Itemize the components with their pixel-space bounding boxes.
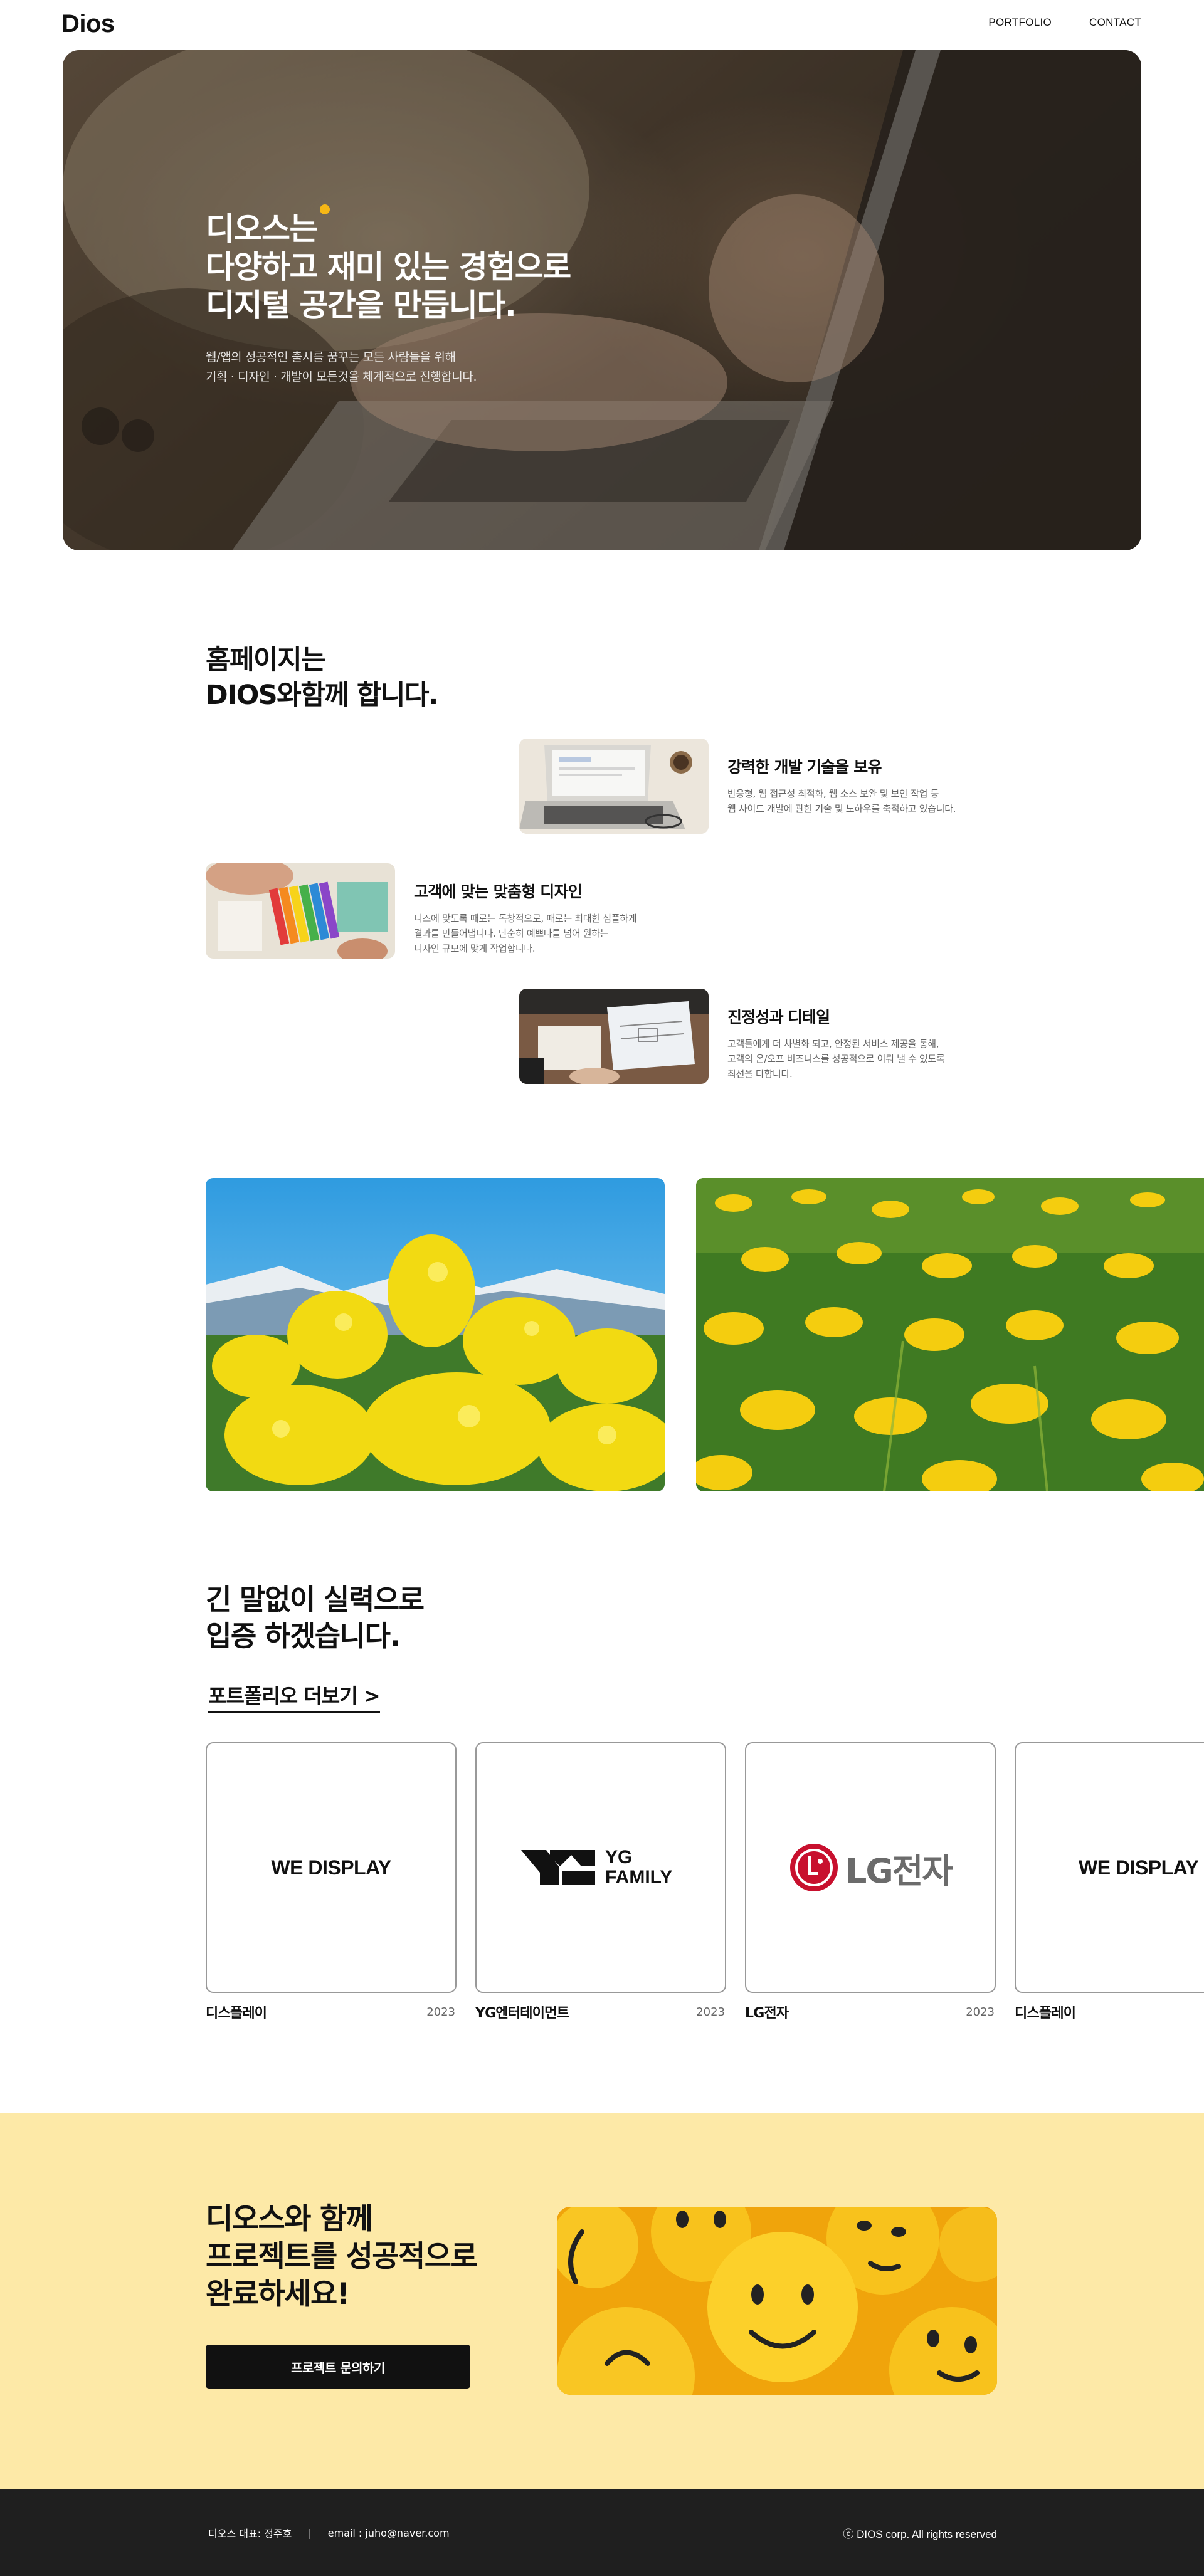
feature-description-line: 최선을 다합니다. — [727, 1068, 793, 1080]
hero-subtitle-line: 기획 · 디자인 · 개발이 모든것을 체계적으로 진행합니다. — [206, 370, 477, 384]
feature-development: 강력한 개발 기술을 보유 반응형, 웹 접근성 최적화, 웹 소스 보완 및 … — [519, 739, 991, 834]
feature-text: 강력한 개발 기술을 보유 반응형, 웹 접근성 최적화, 웹 소스 보완 및 … — [727, 739, 991, 816]
portfolio-card-name: YG엔터테이먼트 — [475, 2006, 569, 2021]
feature-color-swatch-image — [206, 863, 395, 959]
feature-text: 진정성과 디테일 고객들에게 더 차별화 되고, 안정된 서비스 제공을 통해,… — [727, 989, 991, 1081]
footer-info: 디오스 대표: 정주호 | email : juho@naver.com — [208, 2525, 450, 2540]
hero-title-line: 디오스는 — [206, 211, 318, 247]
portfolio-card-logo-box[interactable]: WE DISPLAY — [206, 1742, 457, 1993]
hero-title-line: 디지털 공간을 만듭니다. — [206, 287, 517, 323]
yg-mark-icon — [521, 1850, 595, 1885]
gallery-image-dandelion — [696, 1178, 1204, 1491]
hero-title: 디오스는 다양하고 재미 있는 경험으로 디지털 공간을 만듭니다. — [206, 210, 571, 325]
cta-section: 디오스와 함께 프로젝트를 성공적으로 완료하세요! 프로젝트 문의하기 — [0, 2113, 1204, 2489]
feature-title: 고객에 맞는 맞춤형 디자인 — [414, 883, 583, 901]
cta-title-line: 완료하세요! — [206, 2277, 350, 2311]
portfolio-card-logo-box[interactable]: LG전자 — [745, 1742, 996, 1993]
portfolio-card-meta: LG전자 2023 — [745, 2002, 996, 2022]
logo-text: LG전자 — [845, 1851, 953, 1891]
hero-subtitle-line: 웹/앱의 성공적인 출시를 꿈꾸는 모든 사람들을 위해 — [206, 350, 456, 364]
gallery-image-rapeseed — [206, 1178, 665, 1491]
feature-laptop-image — [519, 739, 709, 834]
footer-ceo: 디오스 대표: 정주호 — [208, 2528, 292, 2540]
footer-copyright: ⓒ DIOS corp. All rights reserved — [843, 2528, 997, 2540]
feature-description-line: 디자인 규모에 맞게 작업합니다. — [414, 943, 536, 954]
feature-detail: 진정성과 디테일 고객들에게 더 차별화 되고, 안정된 서비스 제공을 통해,… — [519, 989, 991, 1084]
portfolio-title-line: 입증 하겠습니다. — [206, 1619, 401, 1653]
portfolio-card-year: 2023 — [696, 2005, 725, 2019]
we-display-logo: WE DISPLAY — [1079, 1856, 1199, 1879]
portfolio-card-logo-box[interactable]: WE DISPLAY — [1015, 1742, 1204, 1993]
cta-smiley-image — [557, 2207, 997, 2395]
portfolio-card[interactable]: WE DISPLAY 디스플레이 — [1015, 1742, 1204, 2022]
portfolio-card-name: LG전자 — [745, 2006, 789, 2021]
feature-design: 고객에 맞는 맞춤형 디자인 니즈에 맞도록 때로는 독창적으로, 때로는 최대… — [206, 863, 677, 959]
lg-logo: LG전자 — [789, 1843, 953, 1893]
page: Dios PORTFOLIO CONTACT 디오스는 다양하고 재미 있는 경… — [0, 0, 1204, 2576]
portfolio-card-name: 디스플레이 — [1015, 2006, 1076, 2021]
portfolio-card[interactable]: WE DISPLAY 디스플레이 2023 — [206, 1742, 457, 2022]
lg-face-icon — [789, 1844, 838, 1891]
portfolio-title-line: 긴 말없이 실력으로 — [206, 1583, 425, 1616]
footer-separator: | — [308, 2526, 312, 2539]
portfolio-card-name: 디스플레이 — [206, 2006, 267, 2021]
feature-description-line: 결과를 만들어냅니다. 단순히 예쁘다를 넘어 원하는 — [414, 928, 609, 939]
footer-email[interactable]: email : juho@naver.com — [328, 2527, 450, 2539]
cta-title: 디오스와 함께 프로젝트를 성공적으로 완료하세요! — [206, 2200, 478, 2313]
portfolio-card-meta: 디스플레이 2023 — [206, 2002, 457, 2022]
yg-family-logo: YG FAMILY — [521, 1848, 680, 1888]
cta-title-line: 디오스와 함께 — [206, 2202, 373, 2236]
logo-text: WE DISPLAY — [1079, 1856, 1199, 1879]
hero-banner: 디오스는 다양하고 재미 있는 경험으로 디지털 공간을 만듭니다. 웹/앱의 … — [63, 50, 1141, 550]
feature-description-line: 웹 사이트 개발에 관한 기술 및 노하우를 축적하고 있습니다. — [727, 803, 956, 814]
portfolio-card-meta: 디스플레이 — [1015, 2002, 1204, 2022]
site-footer: 디오스 대표: 정주호 | email : juho@naver.com ⓒ D… — [0, 2489, 1204, 2576]
feature-description: 반응형, 웹 접근성 최적화, 웹 소스 보완 및 보안 작업 등 웹 사이트 … — [727, 786, 991, 816]
portfolio-card-year: 2023 — [426, 2005, 455, 2019]
portfolio-card-meta: YG엔터테이먼트 2023 — [475, 2002, 726, 2022]
hero-title-line: 다양하고 재미 있는 경험으로 — [206, 249, 571, 285]
hero-subtitle: 웹/앱의 성공적인 출시를 꿈꾸는 모든 사람들을 위해 기획 · 디자인 · … — [206, 348, 477, 387]
project-inquiry-button[interactable]: 프로젝트 문의하기 — [206, 2345, 470, 2389]
portfolio-card[interactable]: LG전자 LG전자 2023 — [745, 1742, 996, 2022]
portfolio-card-year: 2023 — [966, 2005, 995, 2019]
feature-text: 고객에 맞는 맞춤형 디자인 니즈에 맞도록 때로는 독창적으로, 때로는 최대… — [414, 863, 677, 956]
feature-description-line: 고객의 온/오프 비즈니스를 성공적으로 이뤄 낼 수 있도록 — [727, 1053, 945, 1065]
nav-contact-link[interactable]: CONTACT — [1089, 16, 1141, 29]
about-title-line: 홈페이지는 — [206, 644, 326, 676]
feature-description: 니즈에 맞도록 때로는 독창적으로, 때로는 최대한 심플하게 결과를 만들어냅… — [414, 911, 677, 956]
nav-portfolio-link[interactable]: PORTFOLIO — [988, 16, 1052, 29]
cta-title-line: 프로젝트를 성공적으로 — [206, 2239, 478, 2274]
logo[interactable]: Dios — [61, 10, 115, 38]
portfolio-card[interactable]: YG FAMILY YG엔터테이먼트 2023 — [475, 1742, 726, 2022]
logo-text: YG FAMILY — [605, 1847, 673, 1888]
feature-title: 강력한 개발 기술을 보유 — [727, 758, 882, 776]
about-title: 홈페이지는 DIOS와함께 합니다. — [206, 643, 438, 713]
feature-title: 진정성과 디테일 — [727, 1008, 830, 1026]
portfolio-more-link[interactable]: 포트폴리오 더보기 > — [208, 1680, 381, 1713]
logo-text: WE DISPLAY — [271, 1856, 391, 1879]
portfolio-title: 긴 말없이 실력으로 입증 하겠습니다. — [206, 1582, 425, 1654]
about-title-line: DIOS와함께 합니다. — [206, 680, 438, 711]
we-display-logo: WE DISPLAY — [271, 1856, 391, 1879]
feature-description-line: 고객들에게 더 차별화 되고, 안정된 서비스 제공을 통해, — [727, 1038, 939, 1049]
feature-description-line: 반응형, 웹 접근성 최적화, 웹 소스 보완 및 보안 작업 등 — [727, 788, 939, 799]
feature-sketch-image — [519, 989, 709, 1084]
main-nav: PORTFOLIO CONTACT — [988, 16, 1141, 29]
site-header: Dios PORTFOLIO CONTACT — [0, 0, 1204, 50]
portfolio-card-logo-box[interactable]: YG FAMILY — [475, 1742, 726, 1993]
feature-description-line: 니즈에 맞도록 때로는 독창적으로, 때로는 최대한 심플하게 — [414, 913, 637, 924]
feature-description: 고객들에게 더 차별화 되고, 안정된 서비스 제공을 통해, 고객의 온/오프… — [727, 1036, 991, 1081]
